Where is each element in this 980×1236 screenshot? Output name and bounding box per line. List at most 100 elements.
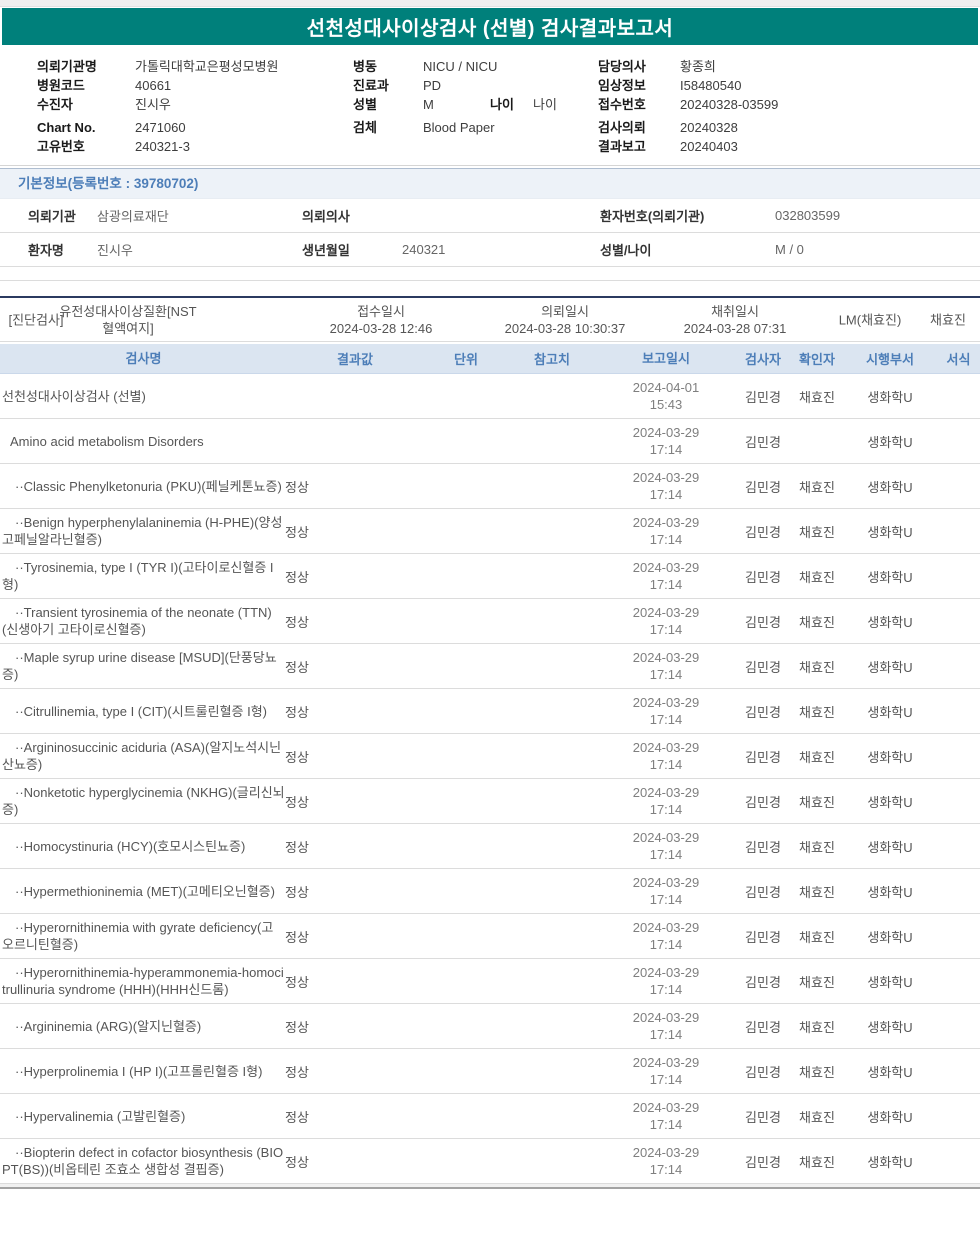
report-date: 2024-03-29 [632, 875, 700, 890]
collection-datetime: 채취일시 2024-03-28 07:31 [635, 303, 835, 337]
field-value: 진시우 [97, 243, 133, 258]
patient-info-right-column: 담당의사 황종희 임상정보 I58480540 접수번호 20240328-03599… [598, 57, 778, 156]
field-label: 접수번호 [598, 97, 646, 112]
field-value: 20240328-03599 [680, 97, 779, 112]
test-name-cell: ··Benign hyperphenylalaninemia (H-PHE)(양… [2, 515, 283, 547]
test-name-cell: Amino acid metabolism Disorders [10, 433, 204, 449]
tester-cell: 김민경 [745, 1019, 781, 1035]
result-row: ··Argininemia (ARG)(알지닌혈증) 정상 2024-03-29… [0, 1004, 980, 1049]
tester-cell: 김민경 [745, 524, 781, 540]
receipt-datetime: 접수일시 2024-03-28 12:46 [276, 303, 486, 337]
department-cell: 생화학U [867, 839, 913, 855]
field-label: 성별/나이 [600, 243, 652, 258]
confirmer-cell: 채효진 [799, 389, 835, 405]
result-value-cell: 정상 [285, 659, 309, 675]
report-date: 2024-03-29 [632, 560, 700, 575]
tester-cell: 김민경 [745, 839, 781, 855]
tester-cell: 김민경 [745, 479, 781, 495]
result-row: ··Hyperprolinemia I (HP I)(고프롤린혈증 I형) 정상… [0, 1049, 980, 1094]
department-cell: 생화학U [867, 749, 913, 765]
field-label: 병동 [353, 59, 377, 74]
header-cell-reference: 참고치 [534, 352, 570, 367]
test-name-cell: ··Argininosuccinic aciduria (ASA)(알지노석시닌… [2, 740, 282, 772]
header-cell-form: 서식 [946, 352, 971, 367]
result-row: ··Benign hyperphenylalaninemia (H-PHE)(양… [0, 509, 980, 554]
field-label: 검체 [353, 120, 377, 135]
report-datetime-cell: 2024-03-29 17:14 [597, 739, 735, 773]
field-label: 병원코드 [37, 78, 85, 93]
field-label: 나이 [490, 97, 514, 112]
test-name-cell: ··Hyperornithinemia-hyperammonemia-homoc… [2, 965, 284, 997]
field-value: 나이 [533, 97, 557, 112]
header-cell-result: 결과값 [337, 352, 373, 367]
test-name-cell: ··Hyperprolinemia I (HP I)(고프롤린혈증 I형) [15, 1063, 263, 1079]
report-datetime-cell: 2024-03-29 17:14 [597, 874, 735, 908]
tester-cell: 김민경 [745, 974, 781, 990]
report-datetime-cell: 2024-03-29 17:14 [597, 424, 735, 458]
confirmer-cell: 채효진 [799, 479, 835, 495]
department-cell: 생화학U [867, 389, 913, 405]
department-cell: 생화학U [867, 1064, 913, 1080]
report-time: 17:14 [649, 712, 683, 727]
report-datetime-cell: 2024-03-29 17:14 [597, 784, 735, 818]
field-label: 환자번호(의뢰기관) [600, 209, 705, 224]
bottom-strip [0, 1184, 980, 1189]
report-date: 2024-03-29 [632, 515, 700, 530]
confirmer-cell: 채효진 [799, 659, 835, 675]
field-value: 2471060 [135, 120, 186, 135]
field-label: 결과보고 [598, 139, 646, 154]
result-value-cell: 정상 [285, 1019, 309, 1035]
result-row: ··Tyrosinemia, type I (TYR I)(고타이로신혈증 I형… [0, 554, 980, 599]
department-cell: 생화학U [867, 929, 913, 945]
result-value-cell: 정상 [285, 1109, 309, 1125]
report-datetime-cell: 2024-03-29 17:14 [597, 694, 735, 728]
basic-info-row: 환자명 진시우 생년월일 240321 성별/나이 M / 0 [0, 233, 980, 267]
field-row: 고유번호 240321-3 [37, 137, 279, 156]
confirmer-cell: 채효진 [799, 1154, 835, 1170]
report-date: 2024-03-29 [632, 1010, 700, 1025]
report-date: 2024-03-29 [632, 1055, 700, 1070]
report-time: 17:14 [649, 577, 683, 592]
report-date: 2024-04-01 [632, 380, 700, 395]
report-time: 17:14 [649, 1027, 683, 1042]
results-table-body: 선천성대사이상검사 (선별) 2024-04-01 15:43 김민경 채효진 생… [0, 374, 980, 1184]
field-row: 검사의뢰 20240328 [598, 118, 778, 137]
report-datetime-cell: 2024-04-01 15:43 [597, 379, 735, 413]
report-date: 2024-03-29 [632, 470, 700, 485]
field-row: 임상정보 I58480540 [598, 76, 778, 95]
confirmer-cell: 채효진 [799, 794, 835, 810]
result-value-cell: 정상 [285, 884, 309, 900]
test-name-cell: ··Classic Phenylketonuria (PKU)(페닐케톤뇨증) [15, 478, 282, 494]
report-time: 17:14 [649, 937, 683, 952]
result-row: ··Biopterin defect in cofactor biosynthe… [0, 1139, 980, 1184]
report-datetime-cell: 2024-03-29 17:14 [597, 469, 735, 503]
confirmer-cell: 채효진 [799, 974, 835, 990]
report-date: 2024-03-29 [632, 830, 700, 845]
result-value-cell: 정상 [285, 749, 309, 765]
empty-row [0, 267, 980, 281]
report-date: 2024-03-29 [632, 650, 700, 665]
test-name-cell: ··Nonketotic hyperglycinemia (NKHG)(글리신뇌… [2, 785, 285, 817]
result-value-cell: 정상 [285, 524, 309, 540]
tester-cell: 김민경 [745, 1154, 781, 1170]
field-value: 032803599 [775, 208, 841, 223]
report-date: 2024-03-29 [632, 920, 700, 935]
tester-cell: 김민경 [745, 659, 781, 675]
basic-info-section-header: 기본정보(등록번호 : 39780702) [0, 168, 980, 199]
field-value: 20240328 [680, 120, 738, 135]
department-cell: 생화학U [867, 884, 913, 900]
field-label: 성별 [353, 97, 377, 112]
result-value-cell: 정상 [285, 704, 309, 720]
header-cell-tester: 검사자 [745, 352, 781, 367]
result-value-cell: 정상 [285, 974, 309, 990]
report-time: 17:14 [649, 442, 683, 457]
confirmer-cell: 채효진 [799, 884, 835, 900]
header-cell-department: 시행부서 [866, 352, 914, 367]
test-name-cell: ··Argininemia (ARG)(알지닌혈증) [15, 1018, 202, 1034]
field-value: 240321 [402, 242, 446, 257]
field-row: 성별 M 나이 나이 [353, 95, 557, 114]
report-date: 2024-03-29 [632, 695, 700, 710]
receipt-datetime-value: 2024-03-28 12:46 [329, 320, 433, 336]
test-name-cell: ··Maple syrup urine disease [MSUD](단풍당뇨증… [2, 650, 277, 682]
